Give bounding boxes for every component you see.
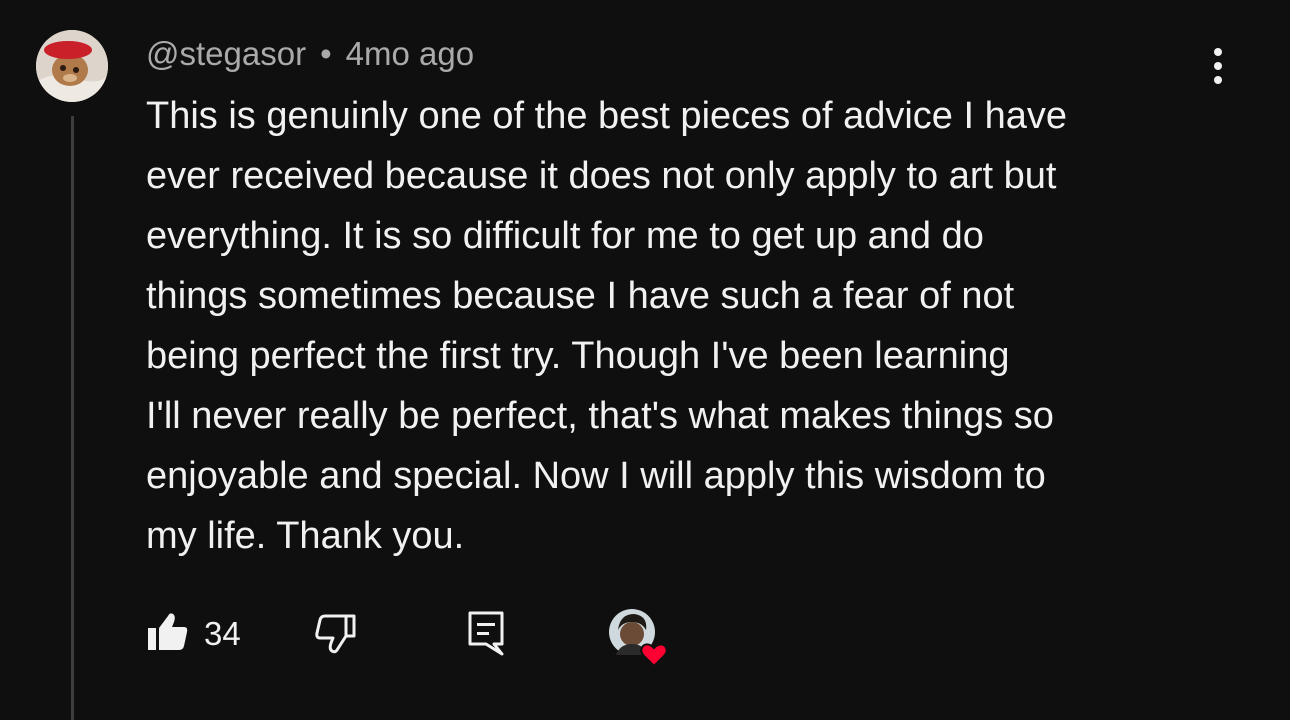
comment-line: being perfect the first try. Though I've… [146,335,1010,377]
creator-heart-icon [608,608,672,668]
thumbs-down-icon[interactable] [312,610,358,656]
comment-line: everything. It is so difficult for me to… [146,215,984,257]
comment-line: This is genuinly one of the best pieces … [146,95,1067,137]
user-avatar-icon[interactable] [36,30,108,102]
thread-line [71,116,74,720]
comment-line: ever received because it does not only a… [146,155,1057,197]
more-vertical-icon[interactable] [1200,44,1236,88]
comment-line: things sometimes because I have such a f… [146,275,1015,317]
reply-icon[interactable] [464,608,508,658]
comment-line: I'll never really be perfect, that's wha… [146,395,1054,437]
comment-meta: @stegasor • 4mo ago [146,34,474,74]
comment-timestamp[interactable]: 4mo ago [346,35,474,72]
author-name[interactable]: @stegasor [146,35,306,72]
meta-separator: • [320,35,332,72]
comment-line: enjoyable and special. Now I will apply … [146,455,1046,497]
comment-text: This is genuinly one of the best pieces … [146,86,1216,566]
like-count: 34 [204,615,241,652]
thumbs-up-icon[interactable] [146,610,190,654]
comment-line: my life. Thank you. [146,515,465,557]
